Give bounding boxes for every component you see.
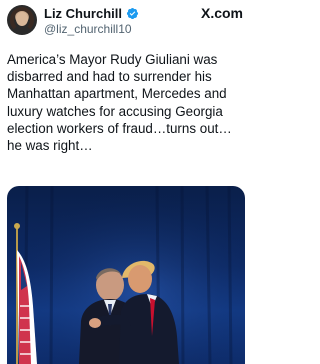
avatar[interactable]: [7, 5, 37, 35]
x-logo-icon: X.com: [200, 5, 243, 21]
verified-badge-icon: [126, 7, 139, 20]
author-handle[interactable]: @liz_churchill10: [44, 22, 132, 36]
tweet-photo[interactable]: [7, 186, 245, 364]
tweet-header: Liz Churchill @liz_churchill10 X.com: [7, 5, 243, 41]
author-name[interactable]: Liz Churchill: [44, 6, 122, 21]
photo-illustration: [7, 186, 245, 364]
author-name-row: Liz Churchill: [44, 6, 139, 21]
tweet-text: America’s Mayor Rudy Giuliani was disbar…: [7, 52, 232, 154]
